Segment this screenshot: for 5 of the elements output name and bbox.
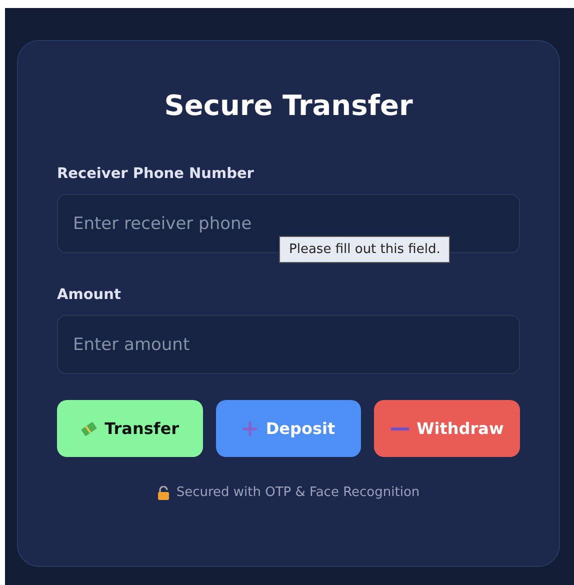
- card-title: Secure Transfer: [163, 89, 414, 122]
- validation-tooltip: Please fill out this field.: [279, 236, 450, 263]
- field-label: Receiver Phone Number: [57, 166, 255, 182]
- field-label: Amount: [57, 287, 122, 303]
- security-note: Secured with OTP & Face Recognition: [176, 485, 420, 500]
